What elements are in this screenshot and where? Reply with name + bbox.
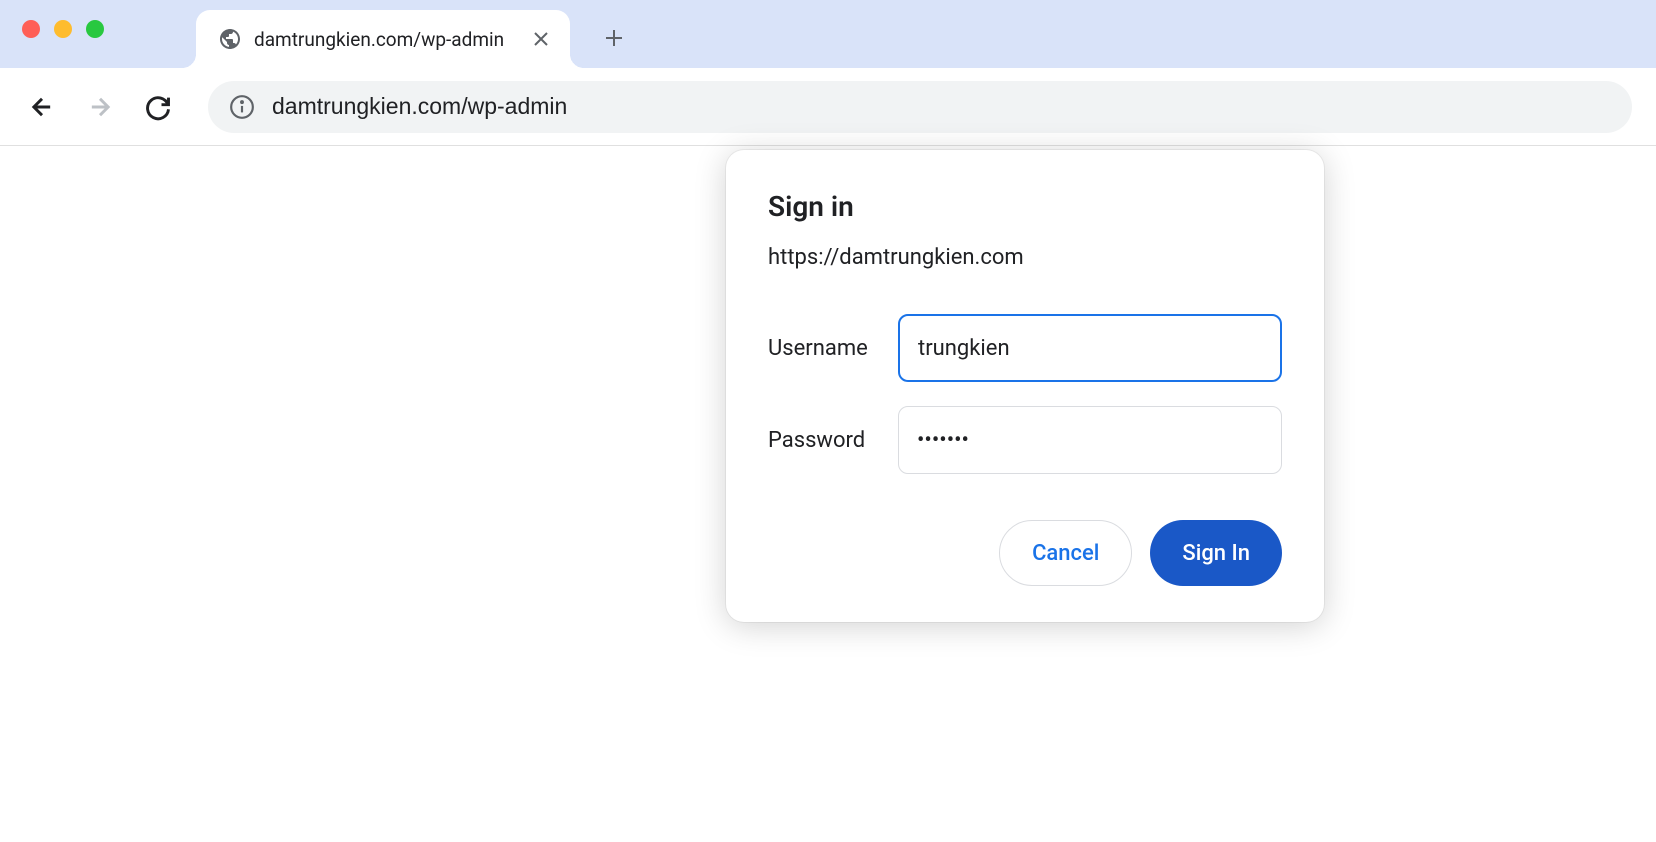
browser-tab[interactable]: damtrungkien.com/wp-admin xyxy=(196,10,570,68)
browser-toolbar: damtrungkien.com/wp-admin xyxy=(0,68,1656,146)
username-row: Username xyxy=(768,314,1282,382)
page-content: Sign in https://damtrungkien.com Usernam… xyxy=(0,146,1656,842)
window-controls xyxy=(22,20,104,38)
site-info-icon[interactable] xyxy=(228,93,256,121)
window-maximize-button[interactable] xyxy=(86,20,104,38)
password-row: Password xyxy=(768,406,1282,474)
http-auth-dialog: Sign in https://damtrungkien.com Usernam… xyxy=(726,150,1324,622)
reload-button[interactable] xyxy=(140,89,176,125)
dialog-title: Sign in xyxy=(768,190,1282,223)
username-label: Username xyxy=(768,336,898,361)
back-button[interactable] xyxy=(24,89,60,125)
tab-close-button[interactable] xyxy=(530,28,552,50)
dialog-origin: https://damtrungkien.com xyxy=(768,245,1282,270)
url-text: damtrungkien.com/wp-admin xyxy=(272,93,567,120)
tab-strip: damtrungkien.com/wp-admin xyxy=(0,0,1656,68)
window-minimize-button[interactable] xyxy=(54,20,72,38)
username-input[interactable] xyxy=(898,314,1282,382)
new-tab-button[interactable] xyxy=(594,18,634,58)
globe-icon xyxy=(218,27,242,51)
password-input[interactable] xyxy=(898,406,1282,474)
signin-button[interactable]: Sign In xyxy=(1150,520,1282,586)
address-bar[interactable]: damtrungkien.com/wp-admin xyxy=(208,81,1632,133)
forward-button[interactable] xyxy=(82,89,118,125)
tab-title: damtrungkien.com/wp-admin xyxy=(254,28,504,51)
password-label: Password xyxy=(768,428,898,453)
cancel-button[interactable]: Cancel xyxy=(999,520,1132,586)
window-close-button[interactable] xyxy=(22,20,40,38)
dialog-buttons: Cancel Sign In xyxy=(768,520,1282,586)
